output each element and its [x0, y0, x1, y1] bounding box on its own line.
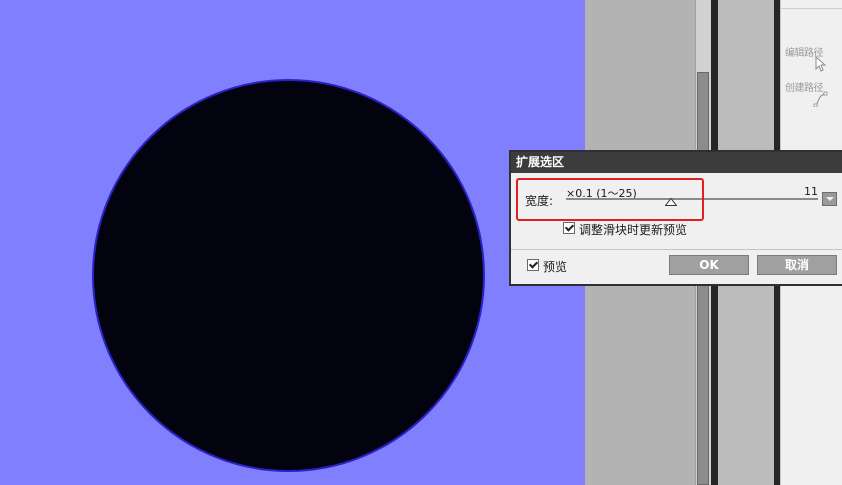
edit-path-tool[interactable]: 编辑路径: [785, 44, 842, 76]
width-slider-track[interactable]: [566, 198, 818, 200]
pen-path-icon: [813, 91, 828, 107]
preview-label: 预览: [543, 260, 568, 274]
circle-selection-shape: [92, 79, 485, 472]
width-slider-thumb[interactable]: [665, 198, 677, 206]
panel-top-line: [781, 8, 842, 9]
width-label: 宽度:: [525, 194, 554, 208]
dialog-divider: [511, 249, 842, 250]
width-dropdown-button[interactable]: [822, 192, 837, 206]
create-path-tool[interactable]: 创建路径: [785, 79, 842, 111]
cancel-button[interactable]: 取消: [757, 255, 837, 275]
width-row: 宽度: ×0.1 (1～25) 11 调整滑块时更新预览: [511, 173, 842, 249]
cursor-arrow-icon: [815, 56, 827, 72]
dialog-title[interactable]: 扩展选区: [511, 152, 842, 173]
checkmark-icon: [528, 259, 539, 269]
expand-selection-dialog: 扩展选区 宽度: ×0.1 (1～25) 11 调整滑块时更新预览 预览 OK …: [509, 150, 842, 286]
live-preview-label: 调整滑块时更新预览: [579, 223, 688, 237]
width-value[interactable]: 11: [804, 185, 818, 198]
chevron-down-icon: [826, 197, 834, 201]
ok-button[interactable]: OK: [669, 255, 749, 275]
live-preview-checkbox[interactable]: [563, 222, 575, 234]
preview-checkbox[interactable]: [527, 259, 539, 271]
canvas[interactable]: [0, 0, 585, 485]
checkmark-icon: [564, 222, 575, 232]
